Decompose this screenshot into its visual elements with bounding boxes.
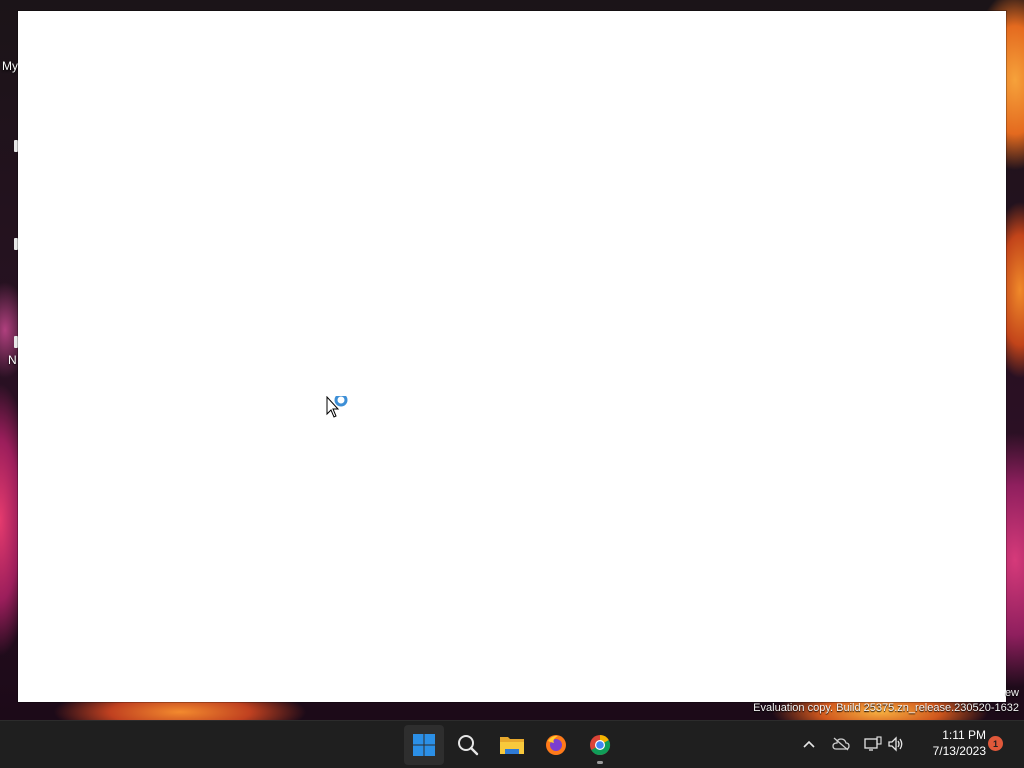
watermark-line2: Evaluation copy. Build 25375.zn_release.… bbox=[753, 702, 1019, 714]
firefox-icon bbox=[546, 735, 566, 755]
search-icon bbox=[458, 735, 479, 756]
file-explorer-button[interactable] bbox=[492, 725, 532, 765]
folder-icon bbox=[500, 737, 524, 754]
running-indicator bbox=[597, 761, 603, 764]
chrome-icon bbox=[590, 734, 611, 756]
network-button[interactable] bbox=[862, 733, 884, 755]
evaluation-watermark: ew Evaluation copy. Build 25375.zn_relea… bbox=[729, 686, 1019, 716]
desktop-icon-label-n[interactable]: N bbox=[8, 353, 17, 367]
desktop-icon-label-my[interactable]: My bbox=[2, 59, 18, 73]
chevron-up-icon bbox=[803, 740, 815, 748]
onedrive-button[interactable] bbox=[830, 733, 852, 755]
network-icon bbox=[864, 736, 882, 751]
notification-badge[interactable]: 1 bbox=[988, 736, 1003, 751]
show-hidden-icons-button[interactable] bbox=[798, 733, 820, 755]
clock[interactable]: 1:11 PM 7/13/2023 bbox=[912, 727, 986, 759]
busy-cursor-icon bbox=[326, 396, 348, 418]
watermark-line1: ew bbox=[1004, 687, 1019, 699]
start-button[interactable] bbox=[404, 725, 444, 765]
windows-logo-icon bbox=[413, 734, 435, 756]
search-button[interactable] bbox=[448, 725, 488, 765]
volume-icon bbox=[888, 736, 903, 752]
taskbar: 1:11 PM 7/13/2023 bbox=[0, 720, 1024, 768]
cloud-offline-icon bbox=[832, 737, 850, 751]
volume-button[interactable] bbox=[885, 733, 907, 755]
clock-time: 1:11 PM bbox=[942, 728, 986, 742]
clock-date: 7/13/2023 bbox=[932, 744, 986, 758]
blank-app-window[interactable] bbox=[18, 11, 1006, 702]
chrome-button[interactable] bbox=[580, 725, 620, 765]
firefox-button[interactable] bbox=[536, 725, 576, 765]
